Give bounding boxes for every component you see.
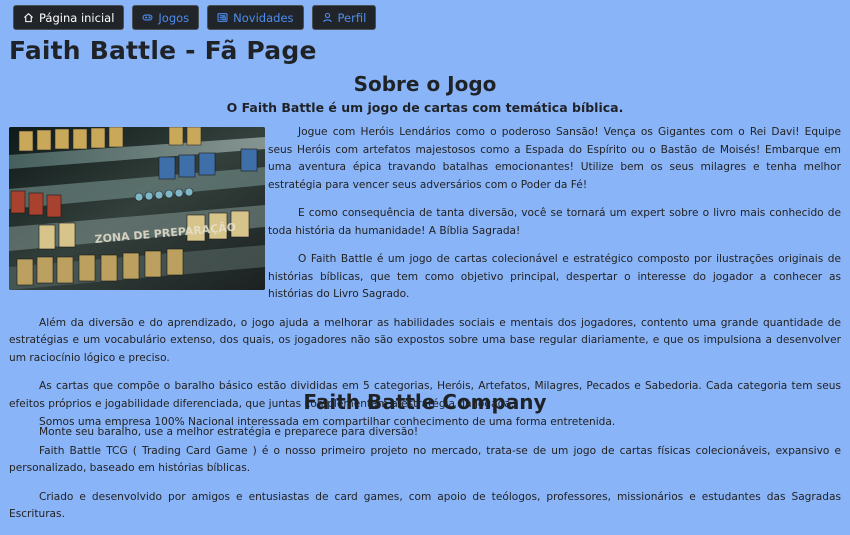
about-heading: Sobre o Jogo (353, 72, 497, 96)
home-icon (24, 12, 33, 23)
top-nav: Página inicial Jogos Novidades Perfil (13, 5, 377, 30)
company-paragraph: Criado e desenvolvido por amigos e entus… (9, 490, 841, 521)
nav-games-button[interactable]: Jogos (132, 5, 200, 30)
about-subtitle: O Faith Battle é um jogo de cartas com t… (226, 100, 624, 115)
nav-profile-button[interactable]: Perfil (311, 5, 377, 30)
company-content: Somos uma empresa 100% Nacional interess… (9, 414, 841, 535)
gamepad-icon (142, 14, 153, 21)
company-heading: Faith Battle Company (303, 390, 547, 414)
company-paragraph: Faith Battle TCG ( Trading Card Game ) é… (9, 444, 841, 475)
game-board-image: ZONA DE PREPARAÇÃO (9, 127, 265, 290)
nav-home-button[interactable]: Página inicial (13, 5, 125, 30)
about-paragraph: Além da diversão e do aprendizado, o jog… (9, 316, 841, 364)
page-title: Faith Battle - Fã Page (9, 36, 317, 65)
newspaper-icon (217, 13, 228, 22)
nav-home-label: Página inicial (39, 10, 115, 25)
nav-news-button[interactable]: Novidades (207, 5, 304, 30)
nav-games-label: Jogos (158, 10, 190, 25)
nav-news-label: Novidades (233, 10, 294, 25)
user-icon (322, 12, 332, 23)
nav-profile-label: Perfil (337, 10, 367, 25)
company-paragraph: Somos uma empresa 100% Nacional interess… (39, 416, 616, 428)
